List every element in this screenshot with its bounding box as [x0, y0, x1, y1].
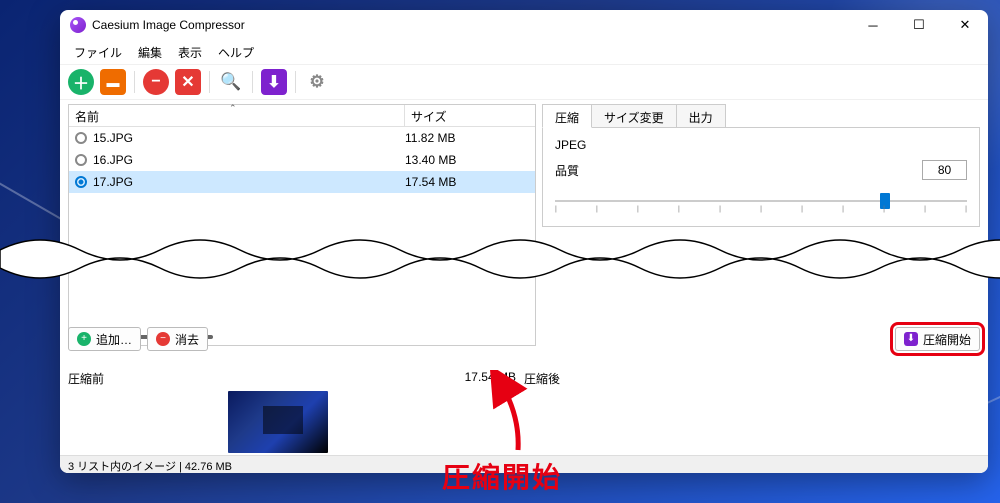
separator: [295, 71, 296, 93]
options-panel: 圧縮 サイズ変更 出力 JPEG 品質 |||||||||||: [542, 104, 980, 346]
separator: [252, 71, 253, 93]
preview-before-size: 17.54 MB: [104, 370, 524, 387]
maximize-button[interactable]: ☐: [896, 10, 942, 40]
row-filesize: 11.82 MB: [405, 131, 535, 145]
row-radio-icon: [75, 154, 87, 166]
quality-slider[interactable]: |||||||||||: [555, 190, 967, 216]
start-compress-button[interactable]: ⬇圧縮開始: [895, 327, 980, 351]
toolbar: ＋ ▬ − ✕ 🔍 ⬇ ⚙: [60, 64, 988, 100]
preview-after-label: 圧縮後: [524, 370, 980, 387]
action-row: +追加… −消去 ⬇圧縮開始: [68, 327, 980, 351]
settings-icon[interactable]: ⚙: [304, 69, 330, 95]
menubar: ファイル 編集 表示 ヘルプ: [60, 40, 988, 64]
preview-before-image: [228, 391, 328, 453]
clear-button[interactable]: −消去: [147, 327, 208, 351]
table-row[interactable]: 16.JPG13.40 MB: [69, 149, 535, 171]
column-name[interactable]: 名前⌃: [69, 105, 405, 126]
minus-icon: −: [156, 332, 170, 346]
annotation-arrow-icon: [488, 370, 538, 460]
row-filename: 15.JPG: [93, 131, 405, 145]
row-filesize: 13.40 MB: [405, 153, 535, 167]
list-header: 名前⌃ サイズ: [69, 105, 535, 127]
menu-help[interactable]: ヘルプ: [212, 42, 260, 63]
row-filename: 17.JPG: [93, 175, 405, 189]
plus-icon: +: [77, 332, 91, 346]
quality-label: 品質: [555, 162, 605, 179]
section-jpeg-label: JPEG: [555, 138, 967, 152]
table-row[interactable]: 17.JPG17.54 MB: [69, 171, 535, 193]
row-filesize: 17.54 MB: [405, 175, 535, 189]
tab-content-compress: JPEG 品質 |||||||||||: [542, 127, 980, 227]
minimize-button[interactable]: ─: [850, 10, 896, 40]
sort-indicator-icon: ⌃: [229, 103, 237, 114]
add-button[interactable]: +追加…: [68, 327, 141, 351]
tab-compress[interactable]: 圧縮: [542, 104, 592, 128]
table-row[interactable]: 15.JPG11.82 MB: [69, 127, 535, 149]
add-icon[interactable]: ＋: [68, 69, 94, 95]
row-radio-icon: [75, 176, 87, 188]
compress-start-icon: ⬇: [904, 332, 918, 346]
close-button[interactable]: ✕: [942, 10, 988, 40]
menu-edit[interactable]: 編集: [132, 42, 168, 63]
file-list-panel: 名前⌃ サイズ 15.JPG11.82 MB16.JPG13.40 MB17.J…: [68, 104, 536, 346]
wavy-cut-decoration: [0, 230, 1000, 288]
separator: [209, 71, 210, 93]
row-radio-icon: [75, 132, 87, 144]
column-size[interactable]: サイズ: [405, 105, 535, 126]
remove-icon[interactable]: −: [143, 69, 169, 95]
menu-view[interactable]: 表示: [172, 42, 208, 63]
search-icon[interactable]: 🔍: [218, 69, 244, 95]
separator: [134, 71, 135, 93]
row-filename: 16.JPG: [93, 153, 405, 167]
menu-file[interactable]: ファイル: [68, 42, 128, 63]
titlebar: Caesium Image Compressor ─ ☐ ✕: [60, 10, 988, 40]
app-icon: [70, 17, 86, 33]
quality-input[interactable]: [922, 160, 967, 180]
annotation-text: 圧縮開始: [442, 456, 562, 496]
tab-resize[interactable]: サイズ変更: [591, 104, 677, 128]
open-icon[interactable]: ▬: [100, 69, 126, 95]
remove-x-icon[interactable]: ✕: [175, 69, 201, 95]
app-title: Caesium Image Compressor: [92, 18, 245, 32]
preview-before-label: 圧縮前: [68, 370, 104, 387]
tab-output[interactable]: 出力: [676, 104, 726, 128]
tabs: 圧縮 サイズ変更 出力: [542, 104, 980, 128]
compress-icon[interactable]: ⬇: [261, 69, 287, 95]
